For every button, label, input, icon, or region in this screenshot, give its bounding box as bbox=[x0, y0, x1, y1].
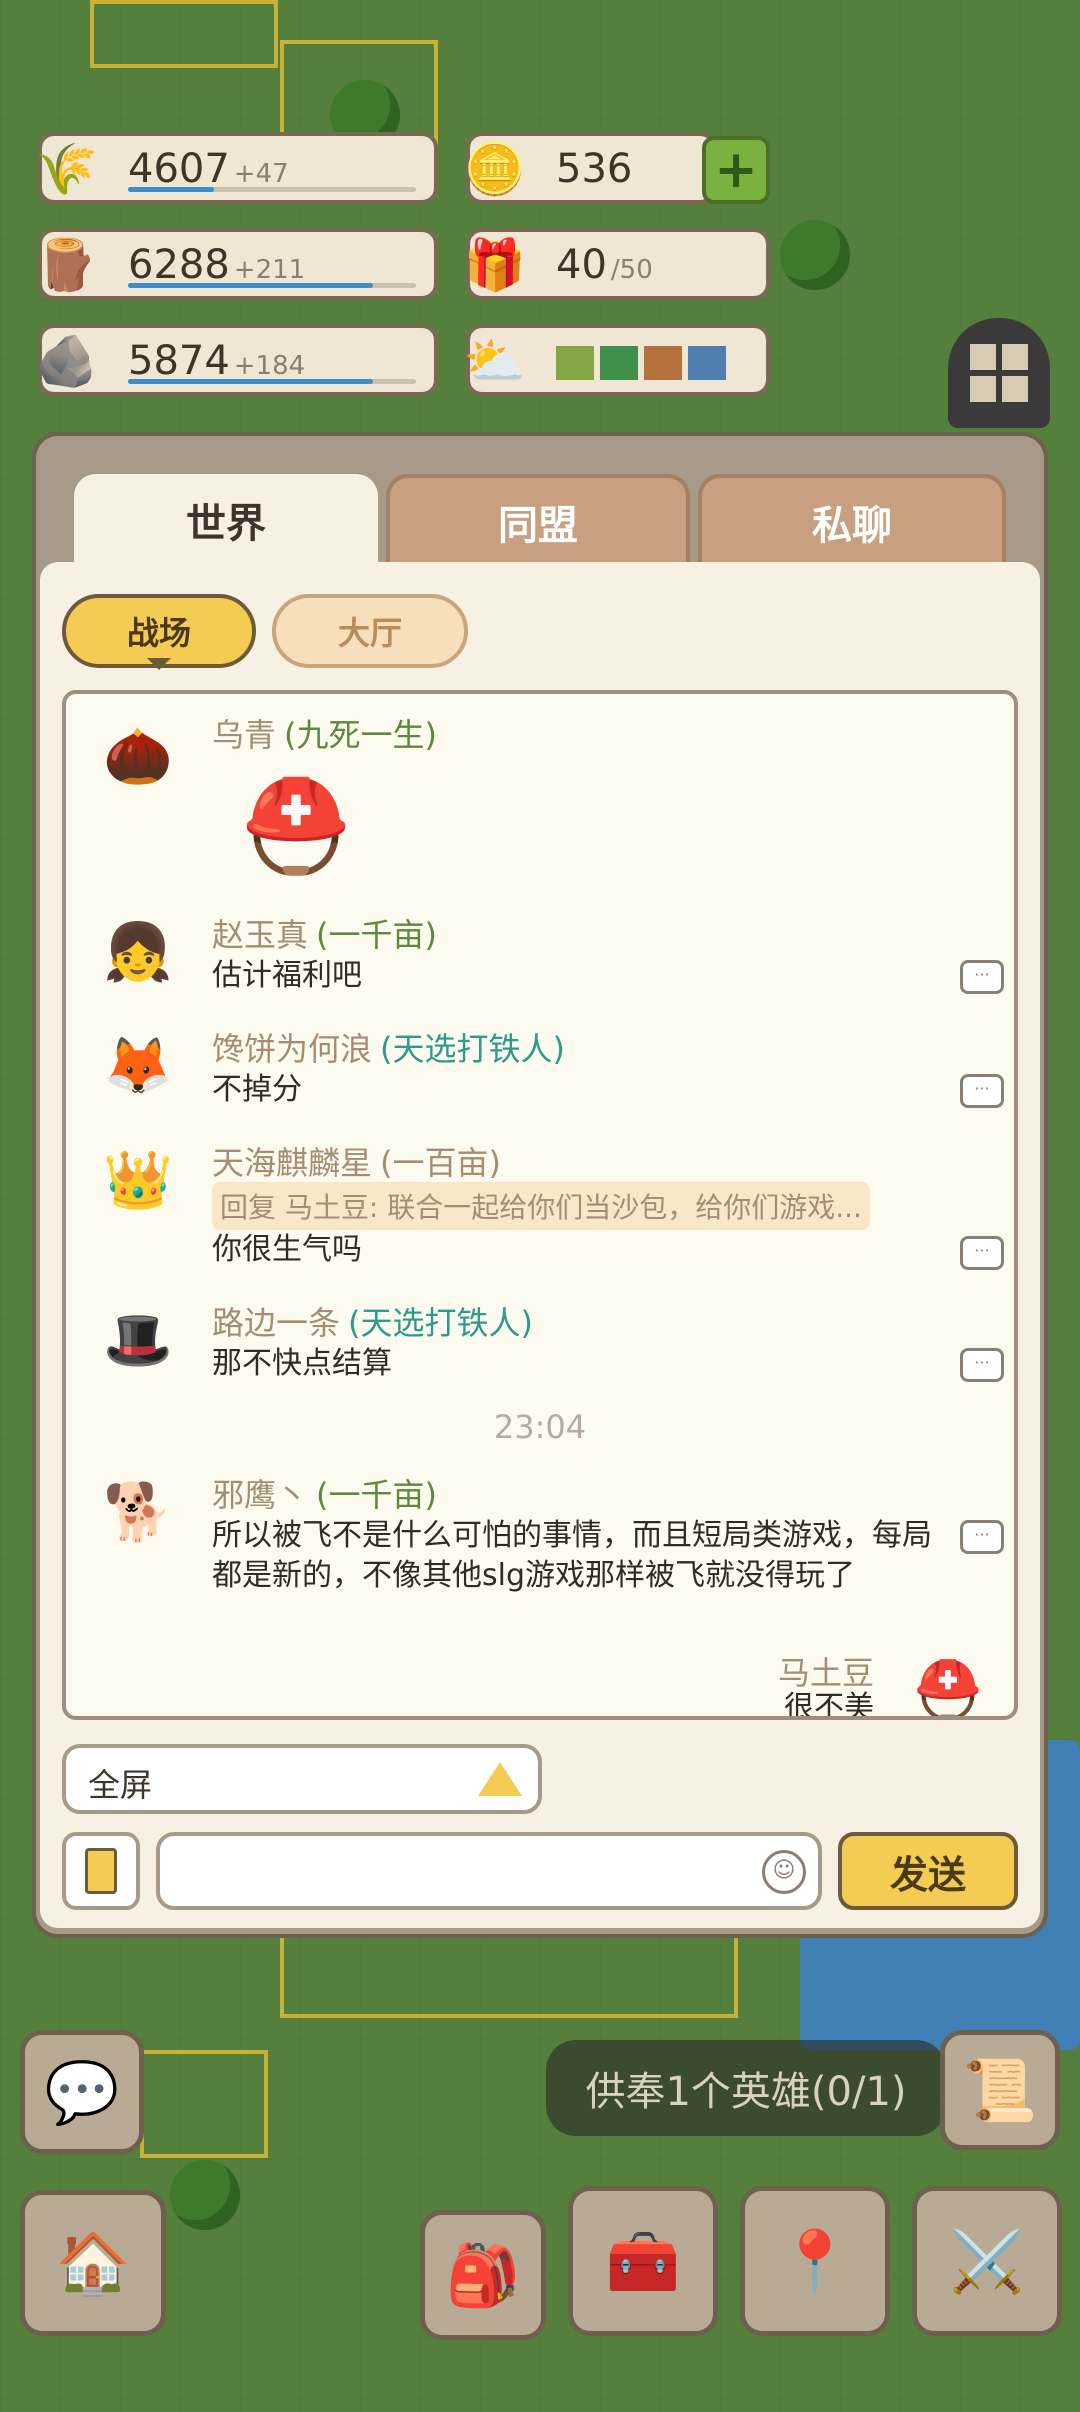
tab-private[interactable]: 私聊 bbox=[698, 474, 1006, 566]
weather-swatches bbox=[556, 344, 732, 390]
helmet-avatar[interactable]: ⛑️ bbox=[906, 1648, 990, 1716]
grid-icon bbox=[970, 344, 1028, 402]
resource-wood[interactable]: 🪵 6288 +211 bbox=[36, 228, 438, 300]
resource-stone[interactable]: 🪨 5874 +184 bbox=[36, 324, 438, 396]
chest-icon: 🧰 bbox=[605, 2226, 681, 2297]
map-plot bbox=[90, 0, 278, 68]
red-hat-avatar[interactable]: 🎩 bbox=[96, 1298, 180, 1382]
resource-wood-value: 6288 +211 bbox=[128, 242, 306, 288]
map-button[interactable]: 📍 bbox=[740, 2186, 890, 2336]
coins-counter[interactable]: 🪙 536 bbox=[464, 132, 716, 204]
message-sender[interactable]: 馋饼为何浪 (天选打铁人) bbox=[212, 1024, 565, 1070]
acorn-avatar[interactable]: 🌰 bbox=[96, 714, 180, 798]
resource-stone-value: 5874 +184 bbox=[128, 338, 306, 384]
speech-bubble-icon[interactable]: ··· bbox=[960, 1074, 1004, 1108]
resource-wheat-bar bbox=[128, 187, 416, 192]
wheat-icon: 🌾 bbox=[35, 139, 99, 198]
voice-button[interactable] bbox=[62, 1832, 140, 1910]
speech-bubble-icon[interactable]: ··· bbox=[960, 1348, 1004, 1382]
speech-bubble-icon[interactable]: ··· bbox=[960, 1236, 1004, 1270]
coins-value: 536 bbox=[556, 146, 633, 192]
map-tree bbox=[170, 2160, 240, 2230]
message-sender[interactable]: 赵玉真 (一千亩) bbox=[212, 910, 437, 956]
quest-tracker[interactable]: 供奉1个英雄(0/1) bbox=[546, 2040, 946, 2136]
message-text: 那不快点结算 bbox=[212, 1346, 392, 1381]
gift-icon: 🎁 bbox=[463, 235, 527, 294]
map-scroll-button[interactable]: 📜 bbox=[940, 2030, 1060, 2150]
weather-icon: ⛅ bbox=[463, 331, 527, 390]
map-tree bbox=[780, 220, 850, 290]
tab-world[interactable]: 世界 bbox=[74, 474, 378, 566]
backpack-button[interactable]: 🎒 bbox=[420, 2210, 546, 2340]
stone-icon: 🪨 bbox=[35, 331, 99, 390]
resource-wheat-value: 4607 +47 bbox=[128, 146, 289, 192]
weather-status[interactable]: ⛅ bbox=[464, 324, 770, 396]
resource-wheat[interactable]: 🌾 4607 +47 bbox=[36, 132, 438, 204]
treasure-button[interactable]: 🧰 bbox=[568, 2186, 718, 2336]
message-text: 你很生气吗 bbox=[212, 1232, 362, 1267]
message-text: 估计福利吧 bbox=[212, 958, 362, 993]
chevron-up-icon bbox=[478, 1762, 522, 1796]
wood-log-icon: 🪵 bbox=[35, 235, 99, 294]
tab-alliance[interactable]: 同盟 bbox=[386, 474, 690, 566]
message-sender[interactable]: 邪鹰丶 (一千亩) bbox=[212, 1470, 437, 1516]
house-icon: 🏠 bbox=[55, 2228, 131, 2299]
message-text: 所以被飞不是什么可怕的事情，而且短局类游戏，每局都是新的，不像其他slg游戏那样… bbox=[212, 1518, 932, 1593]
subtab-battlefield[interactable]: 战场 bbox=[62, 594, 256, 670]
chat-bubble-icon: 💬 bbox=[44, 2057, 120, 2128]
chat-button[interactable]: 💬 bbox=[20, 2030, 144, 2154]
home-button[interactable]: 🏠 bbox=[20, 2190, 166, 2336]
coin-icon: 🪙 bbox=[463, 139, 527, 198]
chat-input[interactable]: ☺ bbox=[156, 1832, 822, 1910]
girl-avatar[interactable]: 👧 bbox=[96, 910, 180, 994]
gift-value: 40/50 bbox=[556, 242, 653, 288]
fox-avatar[interactable]: 🦊 bbox=[96, 1024, 180, 1108]
message-text: 很不美 bbox=[784, 1690, 874, 1720]
speech-bubble-icon[interactable]: ··· bbox=[960, 1520, 1004, 1554]
dog-avatar[interactable]: 🐕 bbox=[96, 1470, 180, 1554]
timestamp: 23:04 bbox=[493, 1408, 587, 1446]
message-sender[interactable]: 乌青 (九死一生) bbox=[212, 710, 437, 756]
subtab-lobby[interactable]: 大厅 bbox=[272, 594, 468, 668]
fullscreen-toggle[interactable]: 全屏 bbox=[62, 1744, 542, 1814]
message-text: 不掉分 bbox=[212, 1072, 302, 1107]
resource-stone-bar bbox=[128, 379, 416, 384]
bag-icon: 🎒 bbox=[445, 2240, 521, 2311]
message-sender[interactable]: 路边一条 (天选打铁人) bbox=[212, 1298, 533, 1344]
hero-icon: ⚔️ bbox=[949, 2226, 1025, 2297]
helmet-sticker: ⛑️ bbox=[240, 774, 353, 879]
message-list[interactable]: 🌰 乌青 (九死一生) ⛑️ 👧 赵玉真 (一千亩) 估计福利吧 ··· 🦊 馋饼为… bbox=[62, 690, 1018, 1720]
send-button[interactable]: 发送 bbox=[838, 1832, 1018, 1910]
map-pin-icon: 📍 bbox=[777, 2226, 853, 2297]
fullscreen-label: 全屏 bbox=[88, 1766, 153, 1804]
add-coins-button[interactable]: + bbox=[702, 136, 770, 204]
scroll-icon: 📜 bbox=[962, 2055, 1038, 2126]
reply-quote[interactable]: 回复 马土豆: 联合一起给你们当沙包，给你们游戏... bbox=[212, 1182, 870, 1230]
map-plot bbox=[280, 1930, 738, 2018]
speech-bubble-icon[interactable]: ··· bbox=[960, 960, 1004, 994]
menu-grid-button[interactable] bbox=[948, 318, 1050, 428]
speaker-icon bbox=[85, 1848, 117, 1894]
emoji-icon[interactable]: ☺ bbox=[762, 1850, 806, 1894]
crown-avatar[interactable]: 👑 bbox=[96, 1138, 180, 1222]
resource-wood-bar bbox=[128, 283, 416, 288]
map-plot bbox=[140, 2050, 268, 2158]
gift-counter[interactable]: 🎁 40/50 bbox=[464, 228, 770, 300]
heroes-button[interactable]: ⚔️ bbox=[912, 2186, 1062, 2336]
message-sender[interactable]: 天海麒麟星 (一百亩) bbox=[212, 1138, 501, 1184]
